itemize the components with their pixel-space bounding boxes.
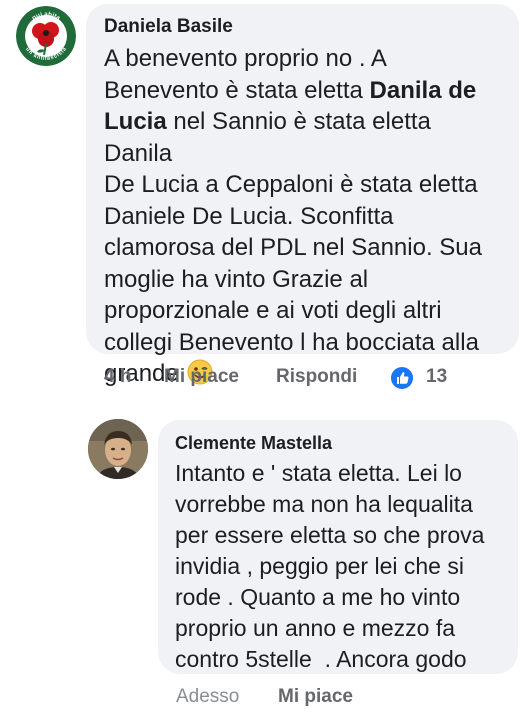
- reply-line: per essere eletta so che prova: [175, 522, 485, 548]
- reply-line: Intanto e ' stata eletta. Lei lo: [175, 460, 462, 486]
- reply-bubble: Clemente Mastella Intanto e ' stata elet…: [158, 420, 518, 674]
- reply-line: invidia , peggio per lei che si: [175, 553, 464, 579]
- comment-bold-name: Danila de: [369, 76, 477, 104]
- comment-timestamp[interactable]: 4 h: [104, 366, 131, 388]
- reply-line: contro 5stelle . Ancora godo: [175, 646, 467, 672]
- comment-line: clamorosa del PDL nel Sannio. Sua: [104, 234, 482, 261]
- reply-line: rode . Quanto a me ho vinto: [175, 584, 461, 610]
- comment-line: collegi Benevento l ha bocciata alla: [104, 328, 479, 356]
- comment-line: moglie ha vinto Grazie al: [104, 265, 369, 293]
- comment-bubble: Daniela Basile A benevento proprio no . …: [86, 4, 519, 387]
- comment-thread: qui abita un antifascista Daniela Basile…: [0, 0, 528, 722]
- comment-bold-name: Lucia: [104, 108, 167, 135]
- reply-timestamp[interactable]: Adesso: [176, 686, 239, 708]
- comment-line: Daniele De Lucia. Sconfitta: [104, 202, 394, 230]
- reply-body: Intanto e ' stata eletta. Lei lo vorrebb…: [175, 458, 506, 675]
- comment-body: A benevento proprio no . A Benevento è s…: [104, 43, 503, 394]
- reply-line: vorrebbe ma non ha lequalita: [175, 491, 473, 517]
- like-button[interactable]: Mi piace: [164, 366, 239, 388]
- avatar[interactable]: [88, 419, 148, 479]
- reaction-count[interactable]: 13: [426, 366, 447, 388]
- avatar[interactable]: qui abita un antifascista: [16, 6, 76, 66]
- reply-line: proprio un anno e mezzo fa: [175, 615, 456, 641]
- reply-author-link[interactable]: Clemente Mastella: [175, 432, 506, 454]
- comment-author-link[interactable]: Daniela Basile: [104, 15, 503, 39]
- comment-line: De Lucia a Ceppaloni è stata eletta: [104, 171, 478, 198]
- reply-button[interactable]: Rispondi: [276, 366, 357, 388]
- antifascist-poppy-logo: qui abita un antifascista: [16, 6, 76, 66]
- comment-line: A benevento proprio no . A: [104, 45, 387, 72]
- like-thumb-icon[interactable]: [391, 367, 413, 389]
- comment-line: Benevento è stata eletta: [104, 76, 363, 104]
- comment-line: proporzionale e ai voti degli altri: [104, 297, 442, 324]
- reply-like-button[interactable]: Mi piace: [278, 686, 353, 708]
- portrait-photo: [88, 419, 148, 479]
